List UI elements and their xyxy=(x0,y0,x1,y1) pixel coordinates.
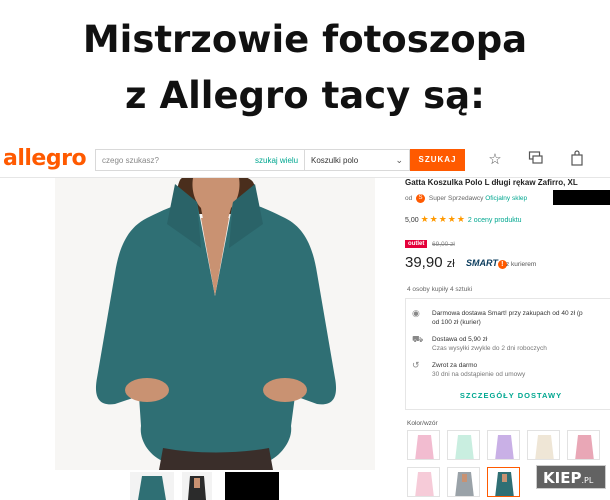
color-swatch-pink[interactable] xyxy=(407,430,440,460)
delivery-cost-line-1: Dostawa od 5,90 zł xyxy=(432,336,488,343)
delivery-smart-line-1: Darmowa dostawa Smart! przy zakupach od … xyxy=(432,310,583,317)
official-shop-link[interactable]: Oficjalny sklep xyxy=(485,195,527,202)
watermark-main: KIEP xyxy=(543,469,582,487)
kiep-watermark: KIEP.PL xyxy=(536,465,606,489)
chat-icon[interactable] xyxy=(527,150,545,170)
truck-icon: ⛟ xyxy=(412,334,424,344)
product-image[interactable] xyxy=(55,178,375,470)
category-select-value: Koszulki polo xyxy=(311,156,359,165)
thumbnail-1[interactable] xyxy=(130,472,174,500)
search-many-link[interactable]: szukaj wielu xyxy=(255,156,298,165)
price-value: 39,90 xyxy=(405,254,443,271)
meme-caption-line-2: z Allegro tacy są: xyxy=(125,74,485,117)
color-swatch-grey[interactable] xyxy=(447,467,480,497)
color-label: Kolor/wzór xyxy=(407,420,438,427)
super-seller-icon: S xyxy=(416,194,426,203)
old-price: 69,00 zł xyxy=(432,241,455,248)
rating-row: 5,00 ★★★★★ 2 oceny produktu xyxy=(405,214,522,225)
smart-delivery-icon: ◉ xyxy=(412,308,420,318)
courier-text: z kurierem xyxy=(506,261,537,268)
color-swatch-teal-selected[interactable] xyxy=(487,467,520,497)
return-line-1: Zwrot za darmo xyxy=(432,362,478,369)
price-currency: zł xyxy=(446,258,455,270)
rating-value: 5,00 xyxy=(405,217,419,224)
outlet-badge: outlet xyxy=(405,240,428,248)
color-swatch-cream[interactable] xyxy=(527,430,560,460)
bought-count: 4 osoby kupiły 4 sztuki xyxy=(407,286,473,293)
meme-caption-line-1: Mistrzowie fotoszopa xyxy=(82,18,528,61)
smart-label: SMART xyxy=(466,258,498,268)
category-select[interactable]: Koszulki polo ⌄ xyxy=(305,149,410,171)
seller-row: od S Super Sprzedawcy Oficjalny sklep xyxy=(405,194,527,203)
delivery-details-button[interactable]: SZCZEGÓŁY DOSTAWY xyxy=(406,391,610,400)
thumbnail-2[interactable] xyxy=(182,472,212,500)
search-button[interactable]: SZUKAJ xyxy=(410,149,465,171)
color-swatch-mint[interactable] xyxy=(447,430,480,460)
allegro-logo[interactable]: allegro xyxy=(3,146,87,171)
bag-icon[interactable] xyxy=(568,150,586,170)
delivery-cost-line-2: Czas wysyłki zwykle do 2 dni roboczych xyxy=(432,345,547,352)
return-icon: ↺ xyxy=(412,360,420,370)
rating-stars-icon: ★★★★★ xyxy=(420,214,466,224)
price: 39,90 zł xyxy=(405,254,455,271)
thumbnail-3-redacted[interactable] xyxy=(225,472,279,500)
delivery-smart-line-2: od 100 zł (kurier) xyxy=(432,319,481,326)
allegro-header: allegro czego szukasz? szukaj wielu Kosz… xyxy=(0,140,610,178)
chevron-down-icon: ⌄ xyxy=(395,155,403,165)
smart-badge: SMART! xyxy=(466,258,507,269)
color-swatch-rose[interactable] xyxy=(567,430,600,460)
color-swatch-lavender[interactable] xyxy=(487,430,520,460)
rating-count-link[interactable]: 2 oceny produktu xyxy=(468,217,522,224)
star-icon[interactable]: ☆ xyxy=(486,150,504,168)
redacted-seller-name xyxy=(553,190,610,205)
return-line-2: 30 dni na odstąpienie od umowy xyxy=(432,371,526,378)
watermark-suffix: .PL xyxy=(581,476,594,485)
meme-caption: Mistrzowie fotoszopa z Allegro tacy są: xyxy=(0,0,610,130)
delivery-box: ◉ Darmowa dostawa Smart! przy zakupach o… xyxy=(405,298,610,410)
seller-prefix: od xyxy=(405,195,413,203)
color-swatch-light-pink[interactable] xyxy=(407,467,440,497)
super-seller-label: Super Sprzedawcy xyxy=(428,195,484,203)
product-title: Gatta Koszulka Polo L długi rękaw Zafirr… xyxy=(405,178,578,187)
